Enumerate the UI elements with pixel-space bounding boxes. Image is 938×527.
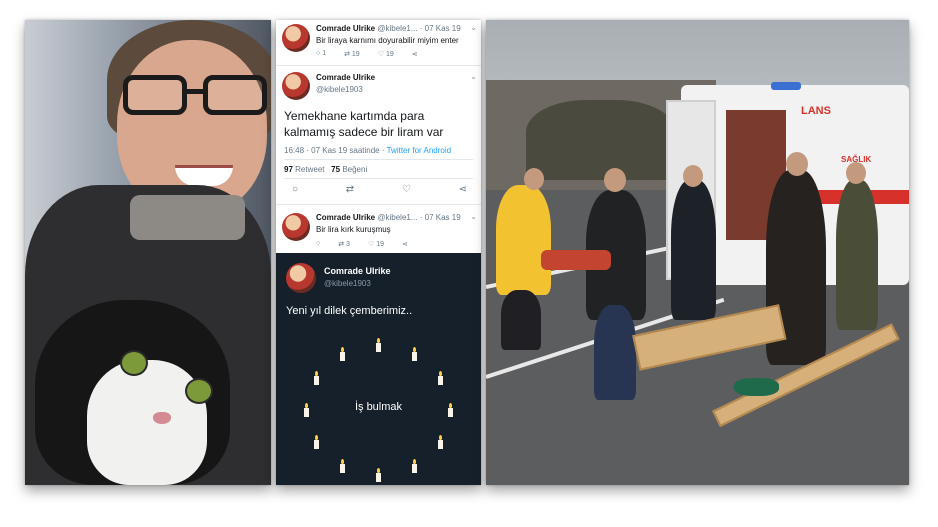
tweet-1[interactable]: Comrade Ulrike @kibele1... · 07 Kas 19 ⌄… bbox=[276, 20, 481, 66]
avatar[interactable] bbox=[282, 24, 310, 52]
tweet-timestamp: 16:48 · 07 Kas 19 saatinde · bbox=[284, 146, 385, 155]
siren-light bbox=[771, 82, 801, 90]
head bbox=[683, 165, 703, 187]
man-green-jacket bbox=[836, 180, 878, 330]
reply-icon[interactable]: ○ bbox=[292, 184, 298, 195]
tweet-handle: @kibele1... bbox=[377, 24, 418, 33]
paramedic-legs bbox=[501, 290, 541, 350]
cat-eye bbox=[120, 350, 148, 376]
tweet-author-name[interactable]: Comrade Ulrike bbox=[316, 213, 375, 222]
retweet-button[interactable]: ⇄ 3 bbox=[338, 240, 350, 248]
chevron-down-icon[interactable]: ⌄ bbox=[470, 212, 477, 221]
share-icon[interactable]: ⋖ bbox=[412, 50, 418, 58]
tweets-collage: Comrade Ulrike @kibele1... · 07 Kas 19 ⌄… bbox=[276, 20, 481, 485]
dark-mode-tweet[interactable]: Comrade Ulrike @kibele1903 Yeni yıl dile… bbox=[276, 253, 481, 485]
green-cloth bbox=[734, 378, 779, 396]
tweet-actions: ○ 1 ⇄ 19 ♡ 19 ⋖ bbox=[316, 50, 418, 58]
tweet-3[interactable]: Comrade Ulrike @kibele1... · 07 Kas 19 ⌄… bbox=[276, 205, 481, 254]
paramedic-yellow-jacket bbox=[496, 185, 551, 295]
retweets-link[interactable]: Retweet bbox=[295, 165, 324, 174]
tweet-text: Bir liraya karnımı doyurabilir miyim ent… bbox=[316, 36, 459, 45]
head bbox=[846, 162, 866, 184]
tweet-date: · 07 Kas 19 bbox=[419, 213, 461, 222]
candle-icon bbox=[376, 467, 381, 482]
tweet-handle: @kibele1903 bbox=[316, 85, 363, 94]
candle-icon bbox=[412, 459, 417, 474]
tweet-text-line-1: Yemekhane kartımda para bbox=[284, 109, 425, 123]
share-icon[interactable]: ⋖ bbox=[402, 240, 408, 248]
ambulance-scene-photo: LANS SAĞLIK bbox=[486, 20, 909, 485]
tweet-source-link[interactable]: Twitter for Android bbox=[387, 146, 451, 155]
tweet-author-name[interactable]: Comrade Ulrike bbox=[316, 73, 375, 82]
tweet-handle: @kibele1903 bbox=[324, 279, 371, 288]
like-icon[interactable]: ♡ bbox=[402, 184, 411, 195]
cat-nose bbox=[153, 412, 171, 424]
tweet-actions: ○ ⇄ 3 ♡ 19 ⋖ bbox=[316, 240, 408, 248]
head bbox=[524, 168, 544, 190]
tweet-handle: @kibele1... bbox=[377, 213, 418, 222]
likes-link[interactable]: Beğeni bbox=[342, 165, 367, 174]
tweet-text: Bir lira kırk kuruşmuş bbox=[316, 225, 391, 234]
candle-icon bbox=[412, 346, 417, 361]
selfie-with-cat-photo bbox=[25, 20, 271, 485]
tweet-actions: ○ ⇄ ♡ ⋖ bbox=[292, 184, 467, 195]
chevron-down-icon[interactable]: ⌄ bbox=[470, 23, 477, 32]
head bbox=[786, 152, 808, 176]
candle-icon bbox=[438, 435, 444, 450]
avatar[interactable] bbox=[282, 213, 310, 241]
head bbox=[604, 168, 626, 192]
tweet-text: Yeni yıl dilek çemberimiz.. bbox=[286, 305, 413, 317]
cat-eye bbox=[185, 378, 213, 404]
share-icon[interactable]: ⋖ bbox=[459, 184, 467, 195]
like-button[interactable]: ♡ 19 bbox=[378, 50, 394, 58]
cat-face bbox=[87, 360, 207, 485]
like-button[interactable]: ♡ 19 bbox=[368, 240, 384, 248]
tweet-2-expanded[interactable]: Comrade Ulrike @kibele1903 ⌄ Yemekhane k… bbox=[276, 66, 481, 205]
candle-icon bbox=[313, 435, 319, 450]
divider bbox=[284, 178, 473, 179]
avatar[interactable] bbox=[286, 263, 316, 293]
candle-icon bbox=[340, 459, 345, 474]
candle-icon bbox=[340, 346, 345, 361]
retweet-button[interactable]: ⇄ 19 bbox=[344, 50, 360, 58]
ambulance-label: LANS bbox=[801, 105, 831, 117]
man-jeans bbox=[594, 305, 636, 400]
reply-button[interactable]: ○ bbox=[316, 240, 320, 248]
candle-icon bbox=[313, 370, 319, 385]
candle-icon bbox=[304, 403, 309, 417]
candle-icon bbox=[376, 338, 381, 353]
candle-icon bbox=[438, 370, 444, 385]
paramedic-dark bbox=[671, 180, 716, 320]
chevron-down-icon[interactable]: ⌄ bbox=[470, 72, 477, 81]
divider bbox=[284, 159, 473, 160]
tweet-stats: 97 Retweet 75 Beğeni bbox=[284, 165, 368, 174]
tweet-author-name[interactable]: Comrade Ulrike bbox=[316, 24, 375, 33]
scarf bbox=[130, 195, 245, 240]
tweet-date: · 07 Kas 19 bbox=[419, 24, 461, 33]
avatar[interactable] bbox=[282, 72, 310, 100]
tweet-text-line-2: kalmamış sadece bir liram var bbox=[284, 125, 444, 139]
candle-icon bbox=[448, 403, 453, 417]
reply-button[interactable]: ○ 1 bbox=[316, 50, 326, 58]
retweet-icon[interactable]: ⇄ bbox=[346, 184, 354, 195]
glasses bbox=[123, 75, 271, 115]
stretcher bbox=[541, 250, 611, 270]
trees bbox=[526, 100, 676, 180]
tweet-author-name[interactable]: Comrade Ulrike bbox=[324, 266, 391, 276]
